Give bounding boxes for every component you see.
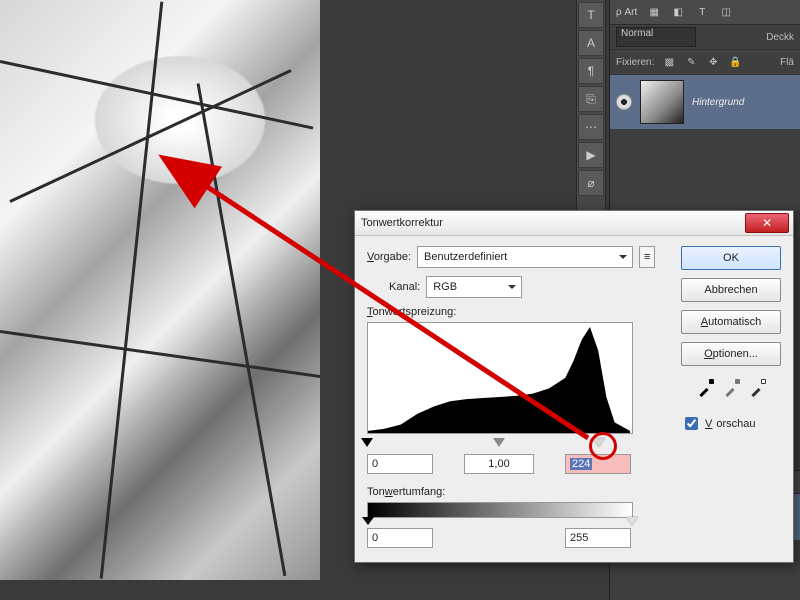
layer-thumbnail[interactable] (640, 80, 684, 124)
input-sliders[interactable] (367, 438, 631, 452)
channel-label: Kanal: (389, 281, 420, 293)
panel-glyph-icon[interactable]: T (695, 5, 709, 19)
art-dropdown-label[interactable]: ρ Art (616, 7, 637, 18)
gray-point-eyedropper-icon[interactable] (723, 380, 739, 396)
levels-dialog: Tonwertkorrektur ✕ VVorgabe:orgabe: Benu… (354, 210, 794, 563)
output-low-input[interactable]: 0 (367, 528, 433, 548)
ok-button[interactable]: OK (681, 246, 781, 270)
output-highlight-slider[interactable] (626, 517, 638, 525)
shadow-input[interactable]: 0 (367, 454, 433, 474)
white-point-eyedropper-icon[interactable] (749, 380, 765, 396)
preview-checkbox-input[interactable] (685, 417, 698, 430)
cancel-button[interactable]: Abbrechen (681, 278, 781, 302)
lock-all-icon[interactable]: 🔒 (728, 55, 742, 69)
output-levels-label: Tonwertumfang: (367, 486, 445, 498)
play-icon[interactable]: ▶ (578, 142, 604, 168)
panel-glyph-icon[interactable]: ◫ (719, 5, 733, 19)
char-panel-icon[interactable]: A (578, 30, 604, 56)
document-canvas[interactable] (0, 0, 320, 580)
lock-paint-icon[interactable]: ✎ (684, 55, 698, 69)
opacity-label: Deckk (766, 32, 794, 43)
dialog-title: Tonwertkorrektur (361, 217, 443, 229)
panel-glyph-icon[interactable]: ◧ (671, 5, 685, 19)
preset-label: VVorgabe:orgabe: (367, 251, 411, 263)
auto-button[interactable]: AAutomatischutomatisch (681, 310, 781, 334)
output-high-input[interactable]: 255 (565, 528, 631, 548)
layers-panel: ρ Art ▦ ◧ T ◫ Normal Deckk Fixieren: ▩ ✎… (609, 0, 800, 210)
close-button[interactable]: ✕ (745, 213, 789, 233)
layer-row[interactable]: Hintergrund (610, 75, 800, 129)
collapsed-tool-strip: T A ¶ ⎘ ⋯ ▶ ⌀ (576, 0, 606, 210)
type-tool-icon[interactable]: T (578, 2, 604, 28)
midtone-input[interactable]: 1,00 (464, 454, 534, 474)
layer-name[interactable]: Hintergrund (692, 97, 744, 108)
fill-label: Flä (780, 57, 794, 68)
panel-icon-2[interactable]: ⋯ (578, 114, 604, 140)
histogram (367, 322, 633, 434)
dialog-titlebar[interactable]: Tonwertkorrektur ✕ (355, 211, 793, 236)
black-point-eyedropper-icon[interactable] (697, 380, 713, 396)
preview-checkbox[interactable]: VorschauVorschau (681, 414, 781, 433)
shadow-slider[interactable] (361, 438, 373, 447)
paragraph-panel-icon[interactable]: ¶ (578, 58, 604, 84)
panel-icon[interactable]: ⎘ (578, 86, 604, 112)
lock-transparent-icon[interactable]: ▩ (662, 55, 676, 69)
eyedropper-cursor-icon (184, 168, 198, 182)
preset-menu-button[interactable]: ≡ (639, 246, 655, 268)
output-gradient[interactable] (367, 502, 633, 518)
options-button[interactable]: Optionen...Optionen... (681, 342, 781, 366)
input-levels-label: Tonwertspreizung: (367, 306, 456, 318)
visibility-eye-icon[interactable] (616, 94, 632, 110)
panel-glyph-icon[interactable]: ▦ (647, 5, 661, 19)
output-shadow-slider[interactable] (362, 517, 374, 525)
highlight-slider-annotation (589, 432, 617, 460)
lock-label: Fixieren: (616, 57, 654, 68)
lock-move-icon[interactable]: ✥ (706, 55, 720, 69)
blend-mode-select[interactable]: Normal (616, 27, 696, 47)
preset-select[interactable]: Benutzerdefiniert (417, 246, 633, 268)
channel-select[interactable]: RGB (426, 276, 522, 298)
panel-icon-3[interactable]: ⌀ (578, 170, 604, 196)
midtone-slider[interactable] (493, 438, 505, 447)
ice-image (0, 0, 320, 580)
